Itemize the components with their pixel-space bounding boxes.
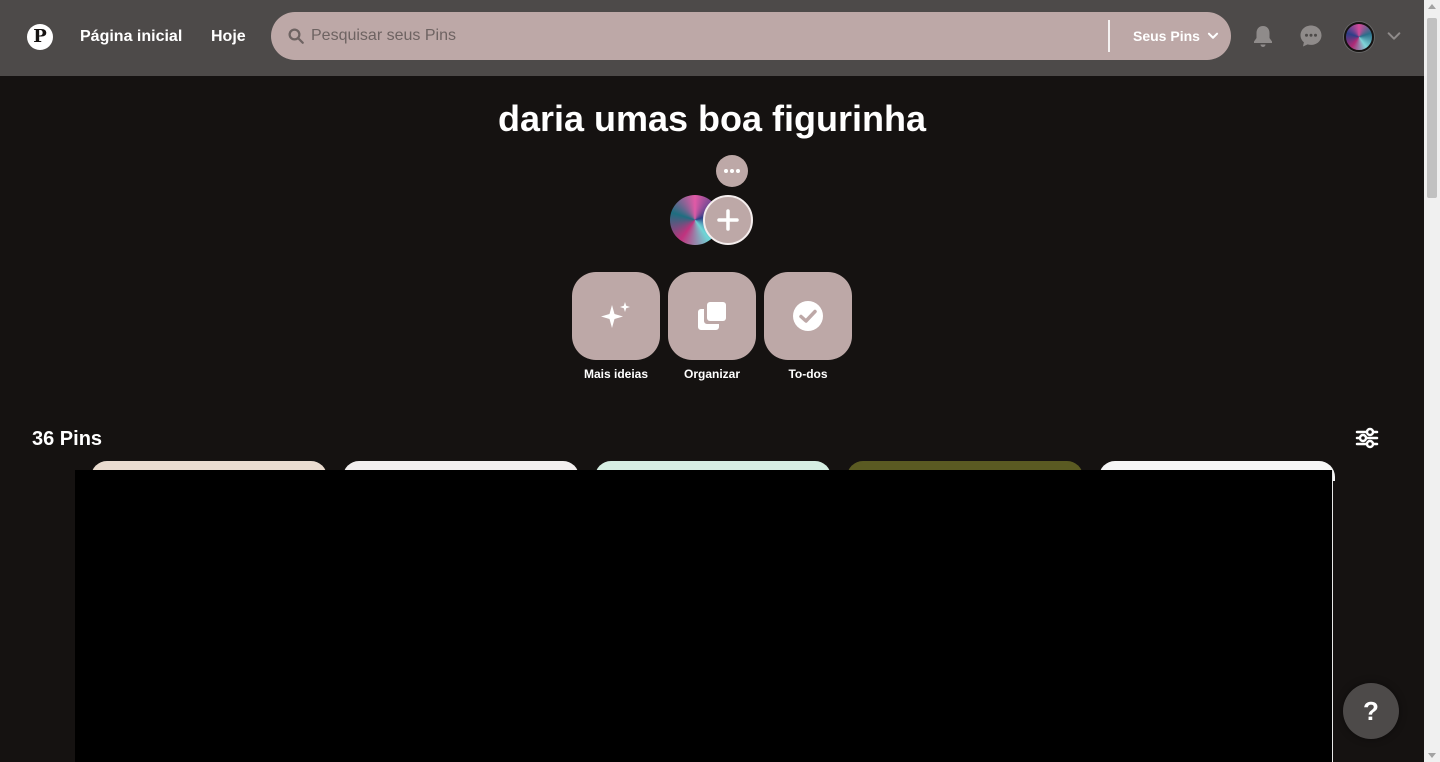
vertical-scrollbar[interactable]: [1424, 0, 1440, 762]
help-button[interactable]: ?: [1343, 683, 1399, 739]
search-icon: [288, 28, 304, 44]
sparkle-icon: [601, 302, 630, 328]
more-ideas-button[interactable]: [572, 272, 660, 360]
pinterest-logo-glyph: P: [33, 26, 47, 47]
account-chevron-down-icon[interactable]: [1386, 28, 1402, 44]
check-circle-icon: [793, 301, 823, 331]
more-ideas-label: Mais ideias: [583, 367, 649, 381]
scroll-down-arrow-icon[interactable]: [1428, 753, 1436, 758]
search-bar[interactable]: Seus Pins: [271, 12, 1231, 60]
search-input[interactable]: [311, 22, 1091, 50]
organize-button[interactable]: [668, 272, 756, 360]
board-actions: Mais ideias Organizar To-dos: [572, 272, 852, 381]
top-navigation-bar: P Página inicial Hoje Seus Pins: [0, 0, 1424, 76]
bell-icon[interactable]: [1251, 24, 1275, 48]
add-collaborator-button[interactable]: [703, 195, 753, 245]
scroll-up-arrow-icon[interactable]: [1428, 4, 1436, 9]
search-divider: [1108, 20, 1110, 52]
todos-action[interactable]: To-dos: [764, 272, 852, 381]
search-scope-label: Seus Pins: [1133, 28, 1200, 44]
board-page: P Página inicial Hoje Seus Pins: [0, 0, 1440, 762]
search-scope-dropdown[interactable]: Seus Pins: [1133, 28, 1220, 44]
todos-button[interactable]: [764, 272, 852, 360]
chevron-down-icon: [1207, 32, 1219, 39]
nav-today-link[interactable]: Hoje: [211, 28, 246, 46]
plus-icon: [717, 209, 739, 231]
nav-home-link[interactable]: Página inicial: [80, 28, 182, 46]
organize-action[interactable]: Organizar: [668, 272, 756, 381]
more-ideas-action[interactable]: Mais ideias: [572, 272, 660, 381]
board-more-options-button[interactable]: [716, 155, 748, 187]
pin-count: 36 Pins: [32, 428, 103, 450]
organize-label: Organizar: [683, 367, 740, 381]
scrollbar-thumb[interactable]: [1427, 18, 1437, 198]
filter-icon[interactable]: [1355, 426, 1379, 450]
more-dots-icon: [724, 169, 740, 173]
todos-label: To-dos: [788, 367, 828, 381]
organize-icon: [698, 302, 726, 330]
redacted-content-overlay: [75, 470, 1333, 762]
pinterest-logo[interactable]: P: [27, 24, 53, 50]
board-title: daria umas boa figurinha: [497, 98, 927, 139]
profile-avatar[interactable]: [1344, 22, 1374, 52]
chat-icon[interactable]: [1299, 24, 1323, 48]
